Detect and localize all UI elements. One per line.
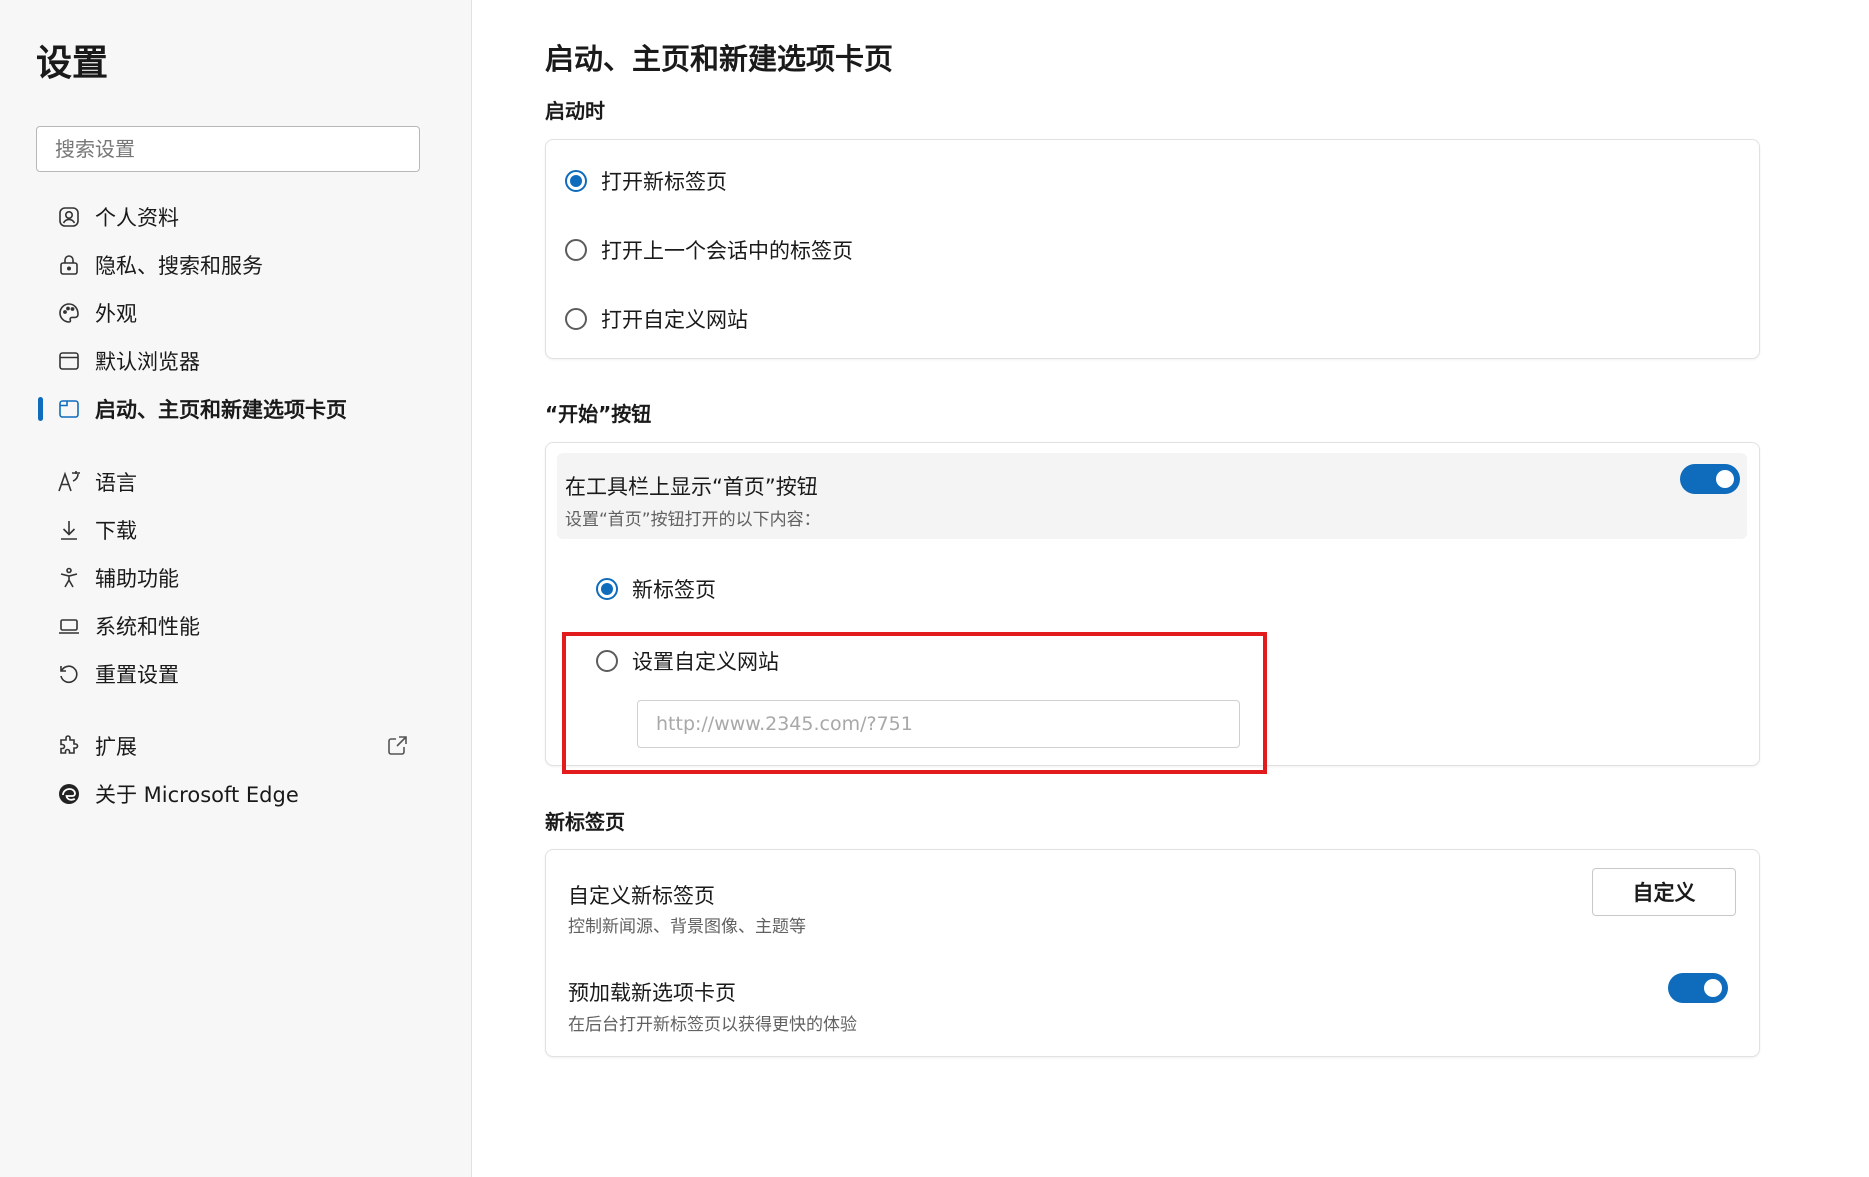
page-title: 启动、主页和新建选项卡页 [545, 42, 894, 76]
sidebar-item-label: 外观 [95, 302, 137, 326]
sidebar-item-label: 下载 [95, 519, 137, 543]
radio-label: 打开新标签页 [601, 170, 727, 194]
sidebar-item-default-browser[interactable]: 默认浏览器 [0, 341, 472, 381]
radio-label: 新标签页 [632, 578, 716, 602]
radio-button[interactable] [565, 170, 587, 192]
external-link-icon[interactable] [385, 734, 409, 758]
settings-title: 设置 [36, 43, 109, 84]
search-input[interactable] [36, 126, 420, 172]
sidebar-item-label: 关于 Microsoft Edge [95, 783, 299, 807]
reset-icon [56, 661, 82, 687]
sidebar-item-label: 扩展 [95, 735, 137, 759]
sidebar-item-downloads[interactable]: 下载 [0, 510, 472, 550]
sidebar-item-reset[interactable]: 重置设置 [0, 654, 472, 694]
startup-section-title: 启动时 [545, 99, 605, 123]
sidebar-item-label: 个人资料 [95, 206, 179, 230]
language-icon [56, 469, 82, 495]
radio-button[interactable] [596, 650, 618, 672]
extensions-icon [56, 733, 82, 759]
sidebar: 设置 个人资料 隐私、搜索和服务 外观 默认浏览器 启动、主页和新建选项卡页 [0, 0, 472, 1177]
edge-logo-icon [56, 781, 82, 807]
sidebar-item-label: 隐私、搜索和服务 [95, 254, 263, 278]
home-button-toggle-row: 在工具栏上显示“首页”按钮 设置“首页”按钮打开的以下内容： [557, 453, 1747, 539]
preload-toggle[interactable] [1668, 973, 1728, 1003]
sidebar-item-label: 默认浏览器 [95, 350, 200, 374]
custom-url-input[interactable] [637, 700, 1240, 748]
home-option-custom-site[interactable]: 设置自定义网站 [596, 643, 779, 679]
radio-label: 打开自定义网站 [601, 308, 748, 332]
sidebar-item-about[interactable]: 关于 Microsoft Edge [0, 774, 472, 814]
sidebar-item-appearance[interactable]: 外观 [0, 293, 472, 333]
radio-button[interactable] [596, 578, 618, 600]
customize-button[interactable]: 自定义 [1592, 868, 1736, 916]
preload-new-tab-subtitle: 在后台打开新标签页以获得更快的体验 [568, 1015, 857, 1035]
lock-icon [56, 252, 82, 278]
sidebar-item-label: 重置设置 [95, 663, 179, 687]
download-icon [56, 517, 82, 543]
sidebar-item-language[interactable]: 语言 [0, 462, 472, 502]
palette-icon [56, 300, 82, 326]
radio-button[interactable] [565, 308, 587, 330]
sidebar-item-accessibility[interactable]: 辅助功能 [0, 558, 472, 598]
sidebar-item-startup[interactable]: 启动、主页和新建选项卡页 [0, 389, 472, 429]
home-button-toggle-title: 在工具栏上显示“首页”按钮 [565, 475, 818, 499]
startup-option-new-tab[interactable]: 打开新标签页 [565, 163, 727, 199]
sidebar-item-profile[interactable]: 个人资料 [0, 197, 472, 237]
sidebar-item-label: 语言 [95, 471, 137, 495]
home-button-toggle[interactable] [1680, 464, 1740, 494]
new-tab-card: 自定义新标签页 控制新闻源、背景图像、主题等 自定义 预加载新选项卡页 在后台打… [545, 849, 1760, 1057]
sidebar-item-label: 辅助功能 [95, 567, 179, 591]
laptop-icon [56, 613, 82, 639]
sidebar-item-extensions[interactable]: 扩展 [0, 726, 472, 766]
radio-label: 设置自定义网站 [632, 650, 779, 674]
radio-button[interactable] [565, 239, 587, 261]
sidebar-item-label: 启动、主页和新建选项卡页 [95, 398, 347, 422]
startup-option-previous-session[interactable]: 打开上一个会话中的标签页 [565, 232, 853, 268]
sidebar-item-label: 系统和性能 [95, 615, 200, 639]
customize-new-tab-title: 自定义新标签页 [568, 884, 715, 908]
new-tab-section-title: 新标签页 [545, 810, 625, 834]
home-button-section-title: “开始”按钮 [545, 402, 652, 426]
browser-window-icon [56, 348, 82, 374]
profile-icon [56, 204, 82, 230]
sidebar-item-privacy[interactable]: 隐私、搜索和服务 [0, 245, 472, 285]
home-option-new-tab[interactable]: 新标签页 [596, 571, 716, 607]
sidebar-item-system[interactable]: 系统和性能 [0, 606, 472, 646]
accessibility-icon [56, 565, 82, 591]
preload-new-tab-title: 预加载新选项卡页 [568, 981, 736, 1005]
startup-option-custom-site[interactable]: 打开自定义网站 [565, 301, 748, 337]
radio-label: 打开上一个会话中的标签页 [601, 239, 853, 263]
start-page-icon [56, 396, 82, 422]
customize-new-tab-subtitle: 控制新闻源、背景图像、主题等 [568, 917, 806, 937]
home-button-toggle-subtitle: 设置“首页”按钮打开的以下内容： [565, 510, 821, 530]
active-indicator [38, 397, 43, 421]
